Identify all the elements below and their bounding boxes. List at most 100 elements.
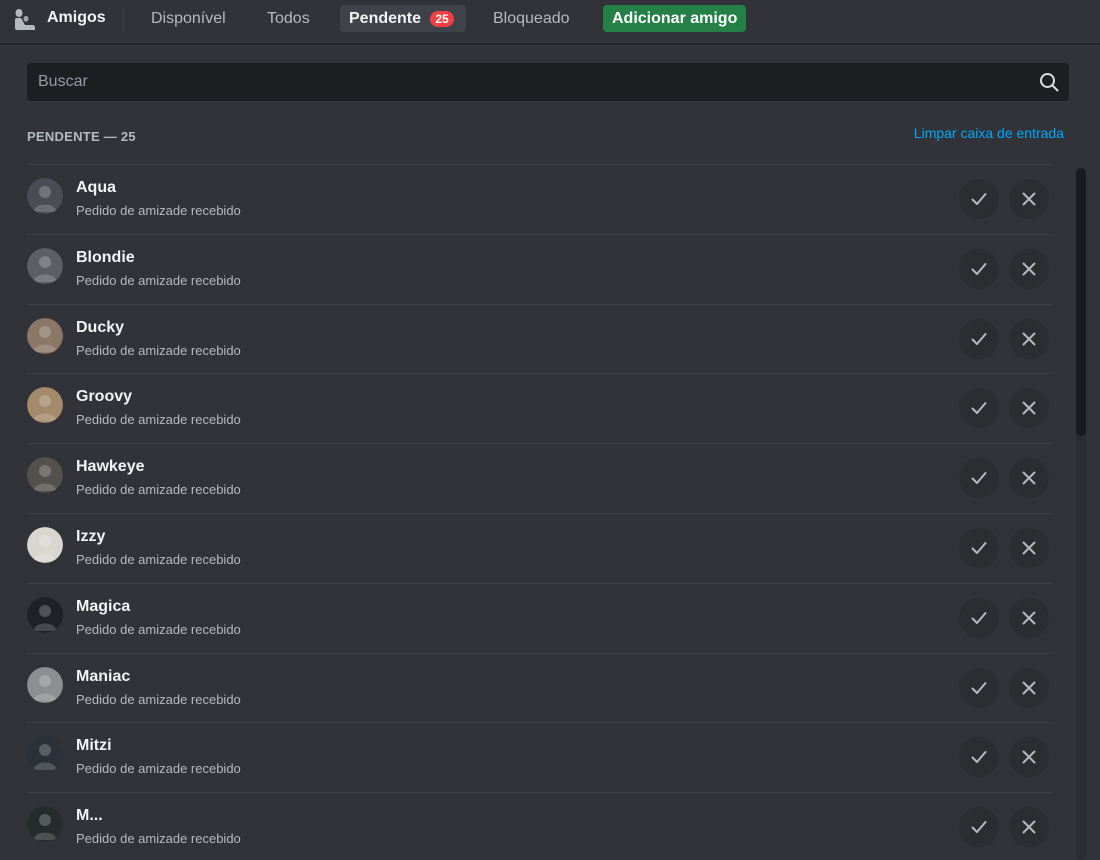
add-friend-button[interactable]: Adicionar amigo [603, 5, 746, 32]
ignore-button[interactable] [1009, 318, 1049, 359]
request-status: Pedido de amizade recebido [76, 621, 241, 637]
list-item[interactable]: Aqua Pedido de amizade recebido [27, 164, 1052, 234]
avatar-image [27, 317, 63, 354]
accept-button[interactable] [959, 248, 999, 289]
ignore-button[interactable] [1009, 667, 1049, 708]
close-icon [1019, 398, 1039, 418]
accept-button[interactable] [959, 807, 999, 848]
avatar-image [27, 526, 63, 563]
pending-count-badge: 25 [430, 10, 455, 27]
accept-button[interactable] [959, 388, 999, 429]
close-icon [1019, 259, 1039, 279]
avatar[interactable] [27, 387, 63, 424]
accept-button[interactable] [959, 527, 999, 568]
add-friend-label: Adicionar amigo [612, 9, 738, 27]
close-icon [1019, 329, 1039, 349]
accept-button[interactable] [959, 597, 999, 638]
check-icon [969, 678, 989, 698]
ignore-button[interactable] [1009, 597, 1049, 638]
list-item[interactable]: Blondie Pedido de amizade recebido [27, 233, 1052, 304]
search-input[interactable] [27, 63, 1027, 101]
list-item[interactable]: Groovy Pedido de amizade recebido [27, 373, 1052, 443]
scrollbar-track[interactable] [1076, 168, 1086, 860]
ignore-button[interactable] [1009, 458, 1049, 499]
ignore-button[interactable] [1009, 179, 1049, 219]
list-item[interactable]: Hawkeye Pedido de amizade recebido [27, 443, 1052, 513]
accept-button[interactable] [959, 179, 999, 219]
avatar[interactable] [27, 178, 63, 214]
avatar-image [27, 247, 63, 284]
username: Mitzi [76, 737, 112, 755]
check-icon [969, 398, 989, 418]
tab-label: Disponível [151, 9, 226, 27]
close-icon [1019, 189, 1039, 209]
tab-blocked[interactable]: Bloqueado [484, 5, 579, 32]
tab-available[interactable]: Disponível [142, 5, 235, 32]
friends-header: Amigos Disponível Todos Pendente 25 Bloq… [0, 0, 1100, 44]
search-bar [27, 63, 1069, 101]
tab-all[interactable]: Todos [258, 5, 319, 32]
list-item[interactable]: Izzy Pedido de amizade recebido [27, 512, 1052, 583]
ignore-button[interactable] [1009, 807, 1049, 848]
accept-button[interactable] [959, 318, 999, 359]
accept-button[interactable] [959, 737, 999, 778]
request-status: Pedido de amizade recebido [76, 272, 241, 288]
request-status: Pedido de amizade recebido [76, 412, 241, 428]
scrollbar-thumb[interactable] [1076, 168, 1086, 436]
avatar-image [27, 596, 63, 633]
avatar-image [27, 666, 63, 703]
username: Izzy [76, 527, 106, 545]
avatar[interactable] [27, 596, 63, 633]
check-icon [969, 329, 989, 349]
username: Aqua [76, 179, 116, 196]
request-status: Pedido de amizade recebido [76, 831, 241, 847]
username: Blondie [76, 248, 135, 266]
username: Ducky [76, 318, 125, 336]
search-icon[interactable] [1039, 72, 1059, 92]
check-icon [969, 817, 989, 837]
request-status: Pedido de amizade recebido [76, 482, 241, 498]
tab-label: Todos [267, 9, 310, 27]
avatar[interactable] [27, 247, 63, 284]
request-status: Pedido de amizade recebido [76, 342, 241, 358]
tab-label: Pendente [349, 9, 422, 27]
list-item[interactable]: Magica Pedido de amizade recebido [27, 582, 1052, 653]
username: Groovy [76, 388, 133, 406]
request-status: Pedido de amizade recebido [76, 551, 241, 567]
avatar[interactable] [27, 806, 63, 843]
header-divider [123, 8, 124, 32]
close-icon [1019, 817, 1039, 837]
ignore-button[interactable] [1009, 737, 1049, 778]
friend-request-list: Aqua Pedido de amizade recebido Blondie Ped… [27, 164, 1052, 860]
close-icon [1019, 678, 1039, 698]
tab-pending[interactable]: Pendente 25 [340, 5, 466, 32]
avatar-image [27, 387, 63, 424]
avatar[interactable] [27, 666, 63, 703]
avatar-image [27, 178, 63, 214]
ignore-button[interactable] [1009, 527, 1049, 568]
close-icon [1019, 747, 1039, 767]
check-icon [969, 538, 989, 558]
clear-inbox-link[interactable]: Limpar caixa de entrada [914, 125, 1064, 141]
check-icon [969, 747, 989, 767]
pending-section-title: PENDENTE — 25 [27, 129, 136, 144]
avatar[interactable] [27, 317, 63, 354]
username: Maniac [76, 667, 131, 685]
avatar-image [27, 457, 63, 494]
avatar[interactable] [27, 526, 63, 563]
username: Hawkeye [76, 458, 145, 476]
list-item[interactable]: Mitzi Pedido de amizade recebido [27, 722, 1052, 792]
accept-button[interactable] [959, 667, 999, 708]
list-item[interactable]: M... Pedido de amizade recebido [27, 792, 1052, 860]
accept-button[interactable] [959, 458, 999, 499]
ignore-button[interactable] [1009, 388, 1049, 429]
ignore-button[interactable] [1009, 248, 1049, 289]
list-item[interactable]: Maniac Pedido de amizade recebido [27, 652, 1052, 723]
list-item[interactable]: Ducky Pedido de amizade recebido [27, 303, 1052, 374]
avatar[interactable] [27, 736, 63, 773]
request-status: Pedido de amizade recebido [76, 761, 241, 777]
page-title: Amigos [47, 9, 106, 26]
avatar-image [27, 806, 63, 843]
request-status: Pedido de amizade recebido [76, 691, 241, 707]
avatar[interactable] [27, 457, 63, 494]
